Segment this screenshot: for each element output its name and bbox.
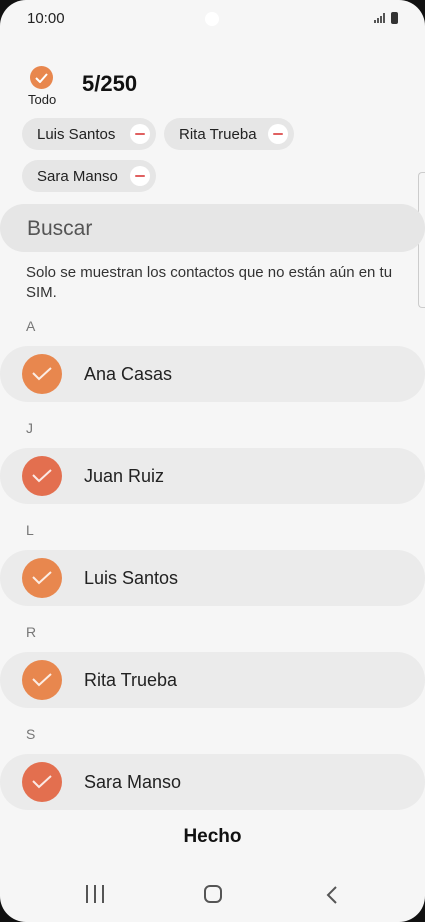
contact-name: Juan Ruiz (84, 466, 165, 486)
home-icon[interactable] (204, 885, 222, 903)
contact-row[interactable]: Sara Manso (0, 754, 425, 810)
search-placeholder: Buscar (27, 217, 93, 240)
contact-name: Luis Santos (84, 568, 179, 588)
signal-icon (374, 13, 385, 23)
done-button[interactable]: Hecho (0, 826, 425, 848)
contact-checkbox[interactable] (22, 660, 62, 700)
remove-chip-button[interactable] (130, 166, 150, 186)
info-text: Solo se muestran los contactos que no es… (26, 264, 393, 301)
contact-name: Rita Trueba (84, 670, 178, 690)
contact-checkbox[interactable] (22, 354, 62, 394)
minus-icon (135, 175, 145, 177)
phone-screen: 10:00 Todo 5/250 Luis Santos Rita Trueba… (0, 0, 425, 922)
check-icon (35, 72, 48, 83)
status-bar: 10:00 (0, 0, 425, 38)
section-letter: R (26, 624, 37, 640)
check-icon (32, 571, 52, 585)
contact-name: Ana Casas (84, 364, 173, 384)
chip-label: Rita Trueba (179, 125, 257, 143)
status-time: 10:00 (27, 10, 65, 27)
chip-label: Sara Manso (37, 167, 118, 185)
battery-icon (391, 12, 398, 24)
section-letter: L (26, 522, 34, 538)
section-letter: A (26, 318, 36, 334)
check-icon (32, 775, 52, 789)
section-letter: S (26, 726, 36, 742)
contact-row[interactable]: Ana Casas (0, 346, 425, 402)
minus-icon (135, 133, 145, 135)
selected-chip[interactable]: Rita Trueba (164, 118, 294, 150)
recents-icon[interactable] (86, 885, 104, 903)
selected-chip[interactable]: Luis Santos (22, 118, 156, 150)
remove-chip-button[interactable] (130, 124, 150, 144)
chip-label: Luis Santos (37, 125, 116, 143)
contact-row[interactable]: Rita Trueba (0, 652, 425, 708)
check-icon (32, 673, 52, 687)
back-icon[interactable] (326, 886, 338, 904)
camera-cutout (205, 12, 219, 26)
select-all-label: Todo (28, 92, 57, 107)
contact-row[interactable]: Luis Santos (0, 550, 425, 606)
select-all-checkbox[interactable] (30, 66, 53, 89)
selection-counter: 5/250 (82, 71, 138, 96)
contact-name: Sara Manso (84, 772, 182, 792)
minus-icon (273, 133, 283, 135)
contact-checkbox[interactable] (22, 456, 62, 496)
selected-chip[interactable]: Sara Manso (22, 160, 156, 192)
section-letter: J (26, 420, 33, 436)
navigation-bar (0, 870, 425, 922)
contact-checkbox[interactable] (22, 558, 62, 598)
remove-chip-button[interactable] (268, 124, 288, 144)
search-input[interactable]: Buscar (0, 204, 425, 252)
contact-checkbox[interactable] (22, 762, 62, 802)
contact-row[interactable]: Juan Ruiz (0, 448, 425, 504)
check-icon (32, 469, 52, 483)
check-icon (32, 367, 52, 381)
